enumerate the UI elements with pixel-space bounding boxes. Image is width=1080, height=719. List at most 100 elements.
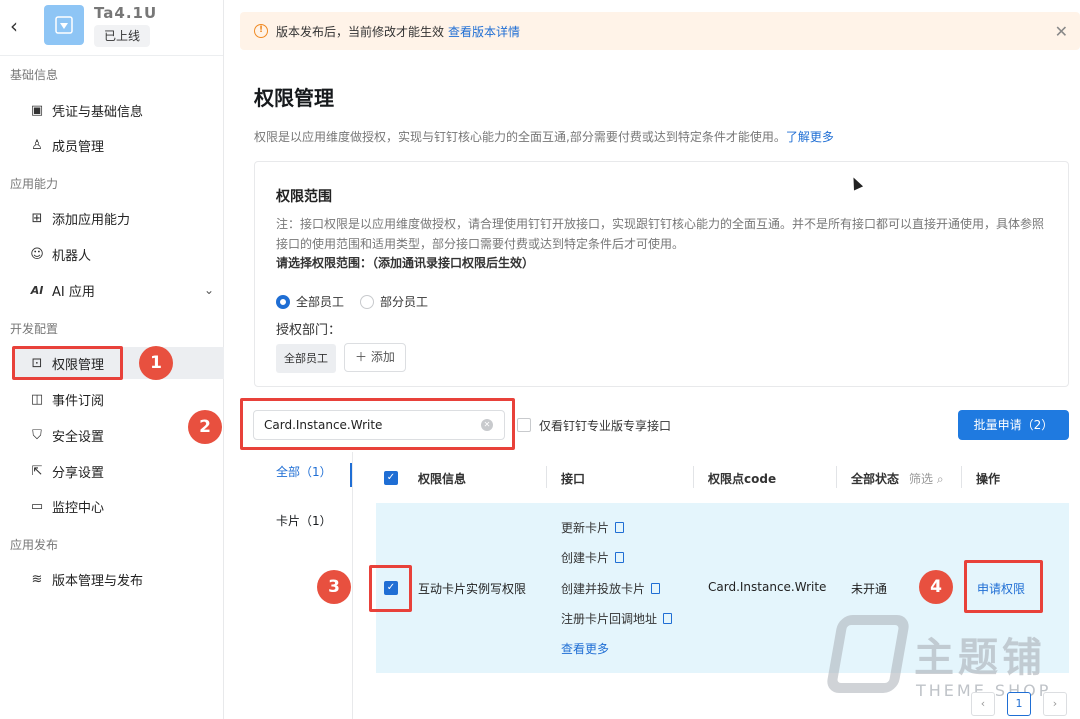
app-logo-icon [55,16,73,34]
status-filter[interactable]: 筛选 ⌕ [909,470,944,487]
group-title-dev: 开发配置 [10,322,59,336]
header-divider [836,466,837,488]
apps-icon: ⊞ [31,210,43,226]
sidebar: ‹ Ta4.1U 已上线 基础信息 ▣ 凭证与基础信息 ♙ 成员管理 应用能力 … [0,0,224,719]
notice-link[interactable]: 查看版本详情 [448,23,520,40]
sidebar-item-robot[interactable]: ☺ 机器人 [12,238,224,270]
notice-banner: ! 版本发布后，当前修改才能生效 查看版本详情 ✕ [240,12,1080,50]
th-code: 权限点code [708,472,777,486]
category-card[interactable]: 卡片（1） [254,512,352,529]
doc-icon [615,522,625,533]
category-all[interactable]: 全部（1） [254,463,352,487]
api-label: 注册卡片回调地址 [561,612,658,626]
step-badge-4: 4 [919,570,953,604]
back-arrow-icon[interactable]: ‹ [10,14,18,38]
header-divider [693,466,694,488]
step-badge-1: 1 [139,346,173,380]
api-link[interactable]: 创建并投放卡片 [561,580,661,597]
doc-icon [651,583,661,594]
add-dept-label: 添加 [370,350,395,364]
credential-icon: ▣ [30,102,44,118]
batch-apply-button[interactable]: 批量申请（2） [958,410,1069,440]
api-link[interactable]: 更新卡片 [561,519,625,536]
view-more-link[interactable]: 查看更多 [561,640,609,657]
sidebar-item-members[interactable]: ♙ 成员管理 [12,129,224,161]
page-number[interactable]: 1 [1007,692,1031,716]
lock-icon: ⊡ [31,355,43,371]
api-label: 更新卡片 [561,521,610,535]
th-status: 全部状态 [851,472,900,486]
api-label: 创建并投放卡片 [561,582,646,596]
scope-card: 权限范围 注：接口权限是以应用维度做授权，请合理使用钉钉开放接口，实现跟钉钉核心… [254,161,1069,387]
robot-icon: ☺ [30,246,44,262]
group-title-release: 应用发布 [10,538,59,552]
api-link[interactable]: 注册卡片回调地址 [561,610,673,627]
doc-icon [615,552,625,563]
shield-icon: ⛉ [32,427,42,443]
pro-only-label: 仅看钉钉专业版专享接口 [539,419,672,433]
search-input[interactable] [253,410,505,440]
sidebar-item-permissions[interactable]: ⊡ 权限管理 [12,347,224,379]
sidebar-item-monitor[interactable]: ▭ 监控中心 [12,490,224,522]
scope-choose-label: 请选择权限范围：（添加通讯录接口权限后生效） [276,256,535,270]
sidebar-item-label: 权限管理 [52,357,105,373]
ai-icon: AI [30,283,44,297]
sidebar-item-versions[interactable]: ≋ 版本管理与发布 [12,563,224,595]
group-title-capability: 应用能力 [10,177,59,191]
monitor-icon: ▭ [30,498,44,514]
subscribe-icon: ◫ [30,391,44,407]
dept-label: 授权部门： [276,323,342,338]
sidebar-item-share[interactable]: ⇱ 分享设置 [12,455,224,487]
header-divider [961,466,962,488]
api-label: 创建卡片 [561,551,610,565]
sidebar-item-label: 事件订阅 [52,393,105,409]
category-divider [352,452,353,719]
app-name: Ta4.1U [94,4,158,22]
select-all-checkbox[interactable]: ✓ [384,471,398,485]
warning-icon: ! [254,24,268,38]
app-status-badge: 已上线 [94,25,151,47]
th-action: 操作 [976,472,1001,486]
prev-page-button[interactable]: ‹ [971,692,995,716]
app-logo [44,5,84,45]
row-status: 未开通 [851,582,888,596]
page-title: 权限管理 [254,86,334,110]
th-permission: 权限信息 [418,472,467,486]
sidebar-item-events[interactable]: ◫ 事件订阅 [12,383,224,415]
sidebar-item-label: 分享设置 [52,465,105,481]
chevron-down-icon[interactable]: ⌄ [204,283,214,297]
sidebar-item-add-capability[interactable]: ⊞ 添加应用能力 [12,202,224,234]
sidebar-item-label: 安全设置 [52,429,105,445]
radio-partial-staff[interactable] [360,294,375,309]
scope-note: 注：接口权限是以应用维度做授权，请合理使用钉钉开放接口，实现跟钉钉核心能力的全面… [276,217,1045,251]
plus-icon: ＋ [355,350,368,364]
clear-icon[interactable]: ✕ [481,419,493,431]
step-badge-2: 2 [188,410,222,444]
layers-icon: ≋ [31,571,43,587]
filter-label: 筛选 [909,472,934,486]
search-icon: ⌕ [936,472,944,486]
radio-label-partial: 部分员工 [380,295,429,309]
scope-title: 权限范围 [276,189,332,205]
sidebar-item-label: AI 应用 [52,284,95,300]
page-description: 权限是以应用维度做授权，实现与钉钉核心能力的全面互通,部分需要付费或达到特定条件… [254,128,834,145]
group-title-basic: 基础信息 [10,68,59,82]
page-desc-text: 权限是以应用维度做授权，实现与钉钉核心能力的全面互通,部分需要付费或达到特定条件… [254,130,786,144]
sidebar-item-label: 监控中心 [52,500,105,516]
pro-only-checkbox[interactable] [517,418,531,432]
learn-more-link[interactable]: 了解更多 [786,130,834,144]
sidebar-item-ai-app[interactable]: AI AI 应用 ⌄ [12,274,224,306]
add-dept-button[interactable]: ＋ 添加 [344,343,406,372]
scope-radio-group: 全部员工 部分员工 [276,293,444,310]
sidebar-item-credentials[interactable]: ▣ 凭证与基础信息 [12,94,224,126]
sidebar-item-label: 机器人 [52,248,92,264]
apply-permission-button[interactable]: 申请权限 [977,580,1025,597]
sidebar-item-label: 添加应用能力 [52,212,131,228]
sidebar-item-label: 凭证与基础信息 [52,104,144,120]
radio-all-staff[interactable] [276,294,290,309]
api-link[interactable]: 创建卡片 [561,549,625,566]
next-page-button[interactable]: › [1043,692,1067,716]
row-checkbox[interactable]: ✓ [384,581,398,595]
close-icon[interactable]: ✕ [1055,22,1068,41]
radio-label-all: 全部员工 [296,295,345,309]
